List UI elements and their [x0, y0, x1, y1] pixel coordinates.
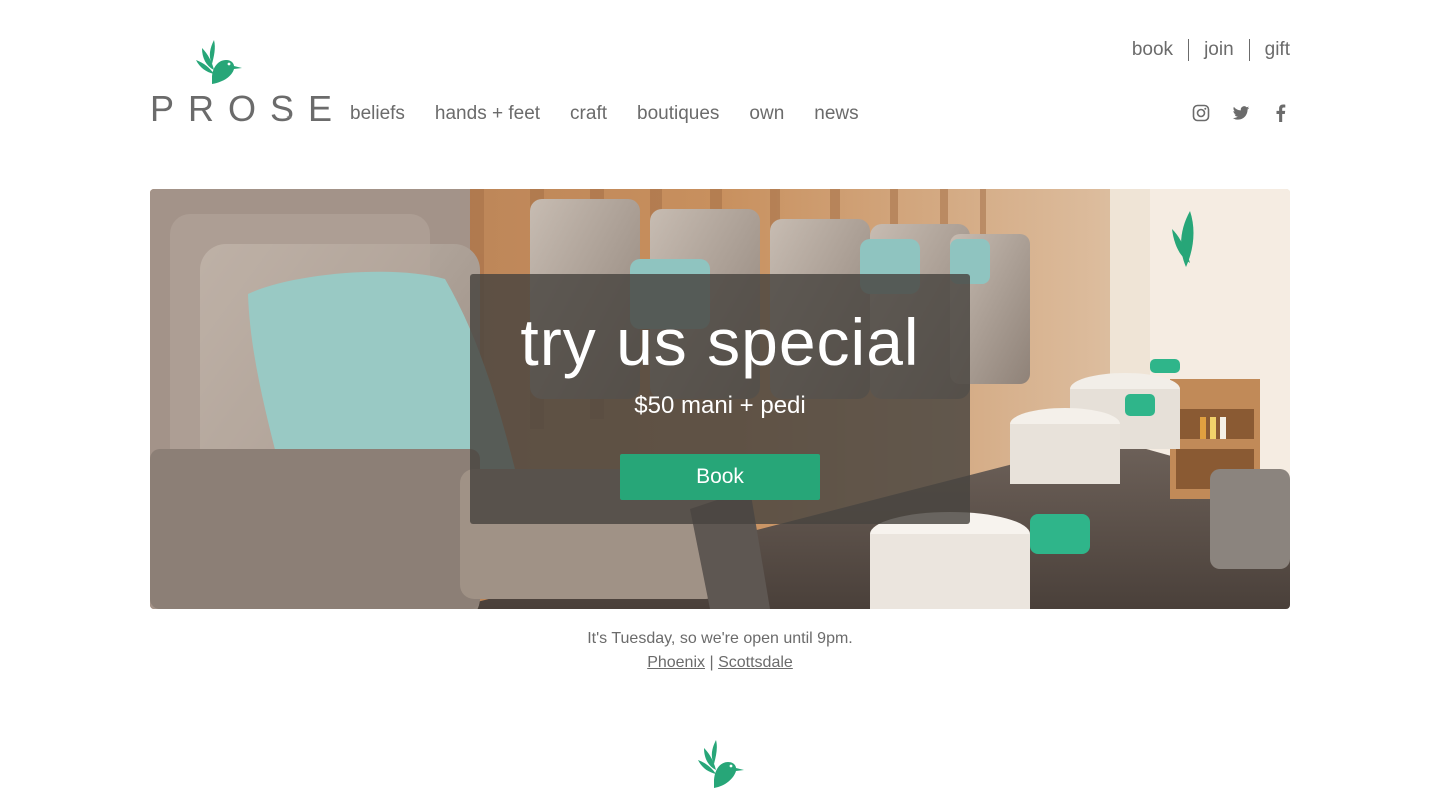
- nav-news[interactable]: news: [814, 103, 858, 125]
- instagram-icon[interactable]: [1192, 104, 1210, 122]
- nav-beliefs[interactable]: beliefs: [350, 103, 405, 125]
- hummingbird-footer-icon: [698, 740, 744, 788]
- hero-banner: try us special $50 mani + pedi Book: [150, 189, 1290, 609]
- location-phoenix-link[interactable]: Phoenix: [647, 654, 705, 671]
- location-scottsdale-link[interactable]: Scottsdale: [718, 654, 793, 671]
- nav-hands-feet[interactable]: hands + feet: [435, 103, 540, 125]
- nav-boutiques[interactable]: boutiques: [637, 103, 719, 125]
- brand-logo[interactable]: PROSE ™: [150, 38, 332, 129]
- util-book-link[interactable]: book: [1132, 39, 1173, 61]
- trademark-mark: ™: [286, 116, 292, 122]
- divider: [1248, 39, 1250, 61]
- facebook-icon[interactable]: [1272, 104, 1290, 122]
- opening-hours-text: It's Tuesday, so we're open until 9pm.: [587, 630, 853, 647]
- location-links: Phoenix | Scottsdale: [0, 654, 1440, 672]
- social-links: [1192, 104, 1290, 122]
- twitter-icon[interactable]: [1232, 104, 1250, 122]
- nav-craft[interactable]: craft: [570, 103, 607, 125]
- brand-wordmark: PROSE: [150, 88, 347, 129]
- nav-own[interactable]: own: [749, 103, 784, 125]
- util-gift-link[interactable]: gift: [1265, 39, 1290, 61]
- util-join-link[interactable]: join: [1204, 39, 1234, 61]
- location-separator: |: [709, 654, 714, 671]
- utility-nav: book join gift: [1132, 39, 1290, 61]
- page: PROSE ™ beliefs hands + feet craft bouti…: [0, 0, 1440, 803]
- main-nav: beliefs hands + feet craft boutiques own…: [350, 103, 859, 125]
- divider: [1188, 39, 1190, 61]
- promo-subtitle: $50 mani + pedi: [634, 392, 806, 419]
- promo-card: try us special $50 mani + pedi Book: [470, 274, 970, 524]
- book-button[interactable]: Book: [620, 454, 820, 500]
- hummingbird-logo-icon: [196, 40, 242, 84]
- promo-title: try us special: [520, 305, 920, 379]
